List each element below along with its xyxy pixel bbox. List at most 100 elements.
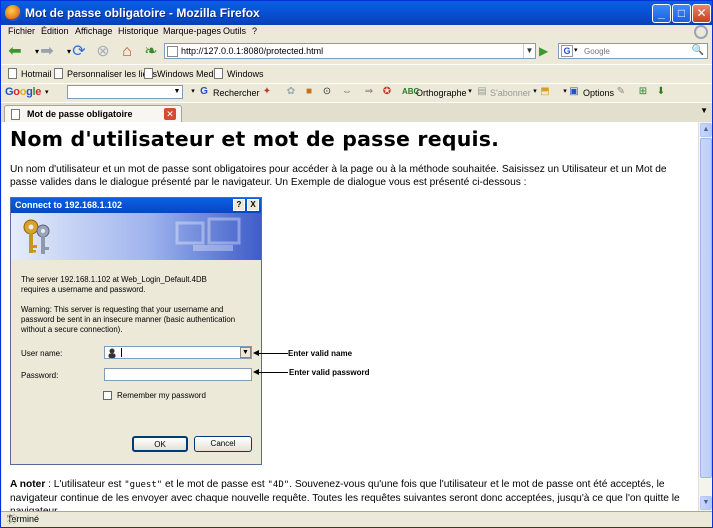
leaf-icon[interactable]: ❧ [141,42,161,62]
bookmark-hotmail[interactable]: Hotmail [8,68,52,79]
spellcheck-icon[interactable]: ABC [402,86,419,98]
pagerank-icon[interactable]: ✿ [285,86,297,98]
annotation-password: Enter valid password [289,368,370,377]
rss-icon[interactable]: ▤ [476,86,488,98]
intro-paragraph: Un nom d'utilisateur et un mot de passe … [10,164,667,188]
tab-close-icon[interactable]: ✕ [164,108,176,120]
text-caret [121,348,122,357]
minimize-button[interactable]: _ [652,4,671,23]
google-menu-chevron-icon[interactable]: ▾ [45,88,49,96]
menu-edition[interactable]: Édition [41,26,69,36]
spellcheck-button[interactable]: Orthographe [416,88,467,98]
forward-arrow-icon[interactable]: ➡ [37,42,57,62]
dialog-warning-text-2: password be sent in an insecure manner (… [21,315,236,324]
scroll-up-icon[interactable]: ▲ [700,123,712,137]
firefox-icon [5,5,21,21]
highlight-icon[interactable]: ⇔ [341,86,353,98]
bookmark-windows-media[interactable]: Windows Media [144,68,221,79]
back-arrow-icon[interactable]: ⬅ [5,42,25,62]
menu-historique[interactable]: Historique [118,26,159,36]
options-icon[interactable]: ▣ [568,86,580,98]
google-search-engine-icon[interactable]: G [561,45,573,57]
search-box[interactable]: G ▾ 🔍 [558,43,708,59]
vertical-scrollbar[interactable]: ▲ ▼ [698,122,712,511]
send-to-icon[interactable]: ⇒ [363,86,375,98]
google-search-input[interactable]: ▼ [67,85,183,99]
annotation-arrow-user [253,350,288,356]
go-arrow-icon[interactable]: ▶ [539,44,548,58]
note-paragraph: A noter : L'utilisateur est "guest" et l… [10,479,680,511]
engine-dropdown-icon[interactable]: ▾ [574,46,578,54]
tab-mot-de-passe[interactable]: Mot de passe obligatoire ✕ [4,105,182,123]
share-icon[interactable]: ⬒ [539,86,551,98]
bookmark-star-icon[interactable]: ✪ [381,86,393,98]
autofill-icon[interactable]: ⊙ [321,86,333,98]
home-icon[interactable]: ⌂ [117,42,137,62]
menu-fichier[interactable]: Fichier [8,26,35,36]
menu-outils[interactable]: Outils [223,26,246,36]
translate-icon[interactable]: ⊞ [637,86,649,98]
status-bar: Terminé [1,511,712,527]
menu-marque-pages[interactable]: Marque-pages [163,26,221,36]
dialog-password-label: Password: [21,371,59,380]
dialog-cancel-button: Cancel [194,436,252,452]
page-content: Nom d'utilisateur et mot de passe requis… [2,122,698,511]
title-bar: Mot de passe obligatoire - Mozilla Firef… [1,1,712,25]
scroll-down-icon[interactable]: ▼ [700,496,712,510]
network-decoration-icon [175,217,241,251]
browser-window: Mot de passe obligatoire - Mozilla Firef… [0,0,713,528]
tab-bar: Mot de passe obligatoire ✕ [1,102,712,123]
google-input-dropdown-icon[interactable]: ▼ [172,86,182,98]
spellcheck-chevron-icon[interactable]: ▾ [464,86,476,98]
pencil-icon[interactable]: ✎ [615,86,627,98]
bookmarks-toolbar: Hotmail Personnaliser les liens Windows … [1,64,712,82]
magnifier-icon[interactable]: 🔍 [692,45,704,56]
news-icon[interactable]: ✦ [261,86,273,98]
stop-icon[interactable]: ⊗ [93,42,113,62]
menu-affichage[interactable]: Affichage [75,26,112,36]
dialog-close-button: X [247,199,259,211]
page-icon [11,109,20,120]
dialog-remember-checkbox [103,391,112,400]
google-logo[interactable]: Google [5,86,41,98]
url-dropdown-icon[interactable]: ▼ [523,44,535,58]
menu-help[interactable]: ? [252,26,257,36]
reload-icon[interactable]: ⟳ [69,42,89,62]
page-icon [54,68,63,79]
subscribe-button[interactable]: S'abonner [490,88,531,98]
page-icon [8,68,17,79]
example-login-dialog: Connect to 192.168.1.102 ? X The server … [10,197,262,465]
dialog-user-combo: ▼ [104,346,252,359]
popup-blocker-icon[interactable]: ■ [303,86,315,98]
page-icon [167,46,178,57]
maximize-button[interactable]: □ [672,4,691,23]
window-title: Mot de passe obligatoire - Mozilla Firef… [25,6,260,20]
page-icon [144,68,153,79]
throbber-icon [694,25,708,39]
url-bar[interactable]: ▼ [164,43,536,59]
dialog-warning-text-3: without a secure connection). [21,325,123,334]
annotation-user: Enter valid name [288,349,353,358]
dialog-title: Connect to 192.168.1.102 [15,200,123,210]
tab-list-chevron-icon[interactable]: ▼ [700,106,708,115]
bookmark-personnaliser[interactable]: Personnaliser les liens [54,68,157,79]
dialog-ok-button: OK [132,436,188,452]
dialog-server-text-2: requires a username and password. [21,285,146,294]
google-search-button[interactable]: Rechercher [213,88,260,98]
bookmark-windows[interactable]: Windows [214,68,264,79]
search-input[interactable] [584,44,684,58]
scroll-thumb[interactable] [700,138,712,478]
options-button[interactable]: Options [583,88,614,98]
dialog-user-label: User name: [21,349,63,358]
annotation-arrow-password [253,369,288,375]
guest-code: "guest" [124,480,163,490]
dialog-remember-label: Remember my password [117,391,206,400]
dialog-title-bar: Connect to 192.168.1.102 ? X [11,198,261,213]
resize-grip[interactable] [7,514,17,524]
dialog-password-field [104,368,252,381]
google-g-icon[interactable]: G [198,86,210,98]
url-input[interactable] [181,44,511,58]
close-button[interactable]: ✕ [692,4,711,23]
download-icon[interactable]: ⬇ [655,86,667,98]
keys-icon [23,219,50,254]
